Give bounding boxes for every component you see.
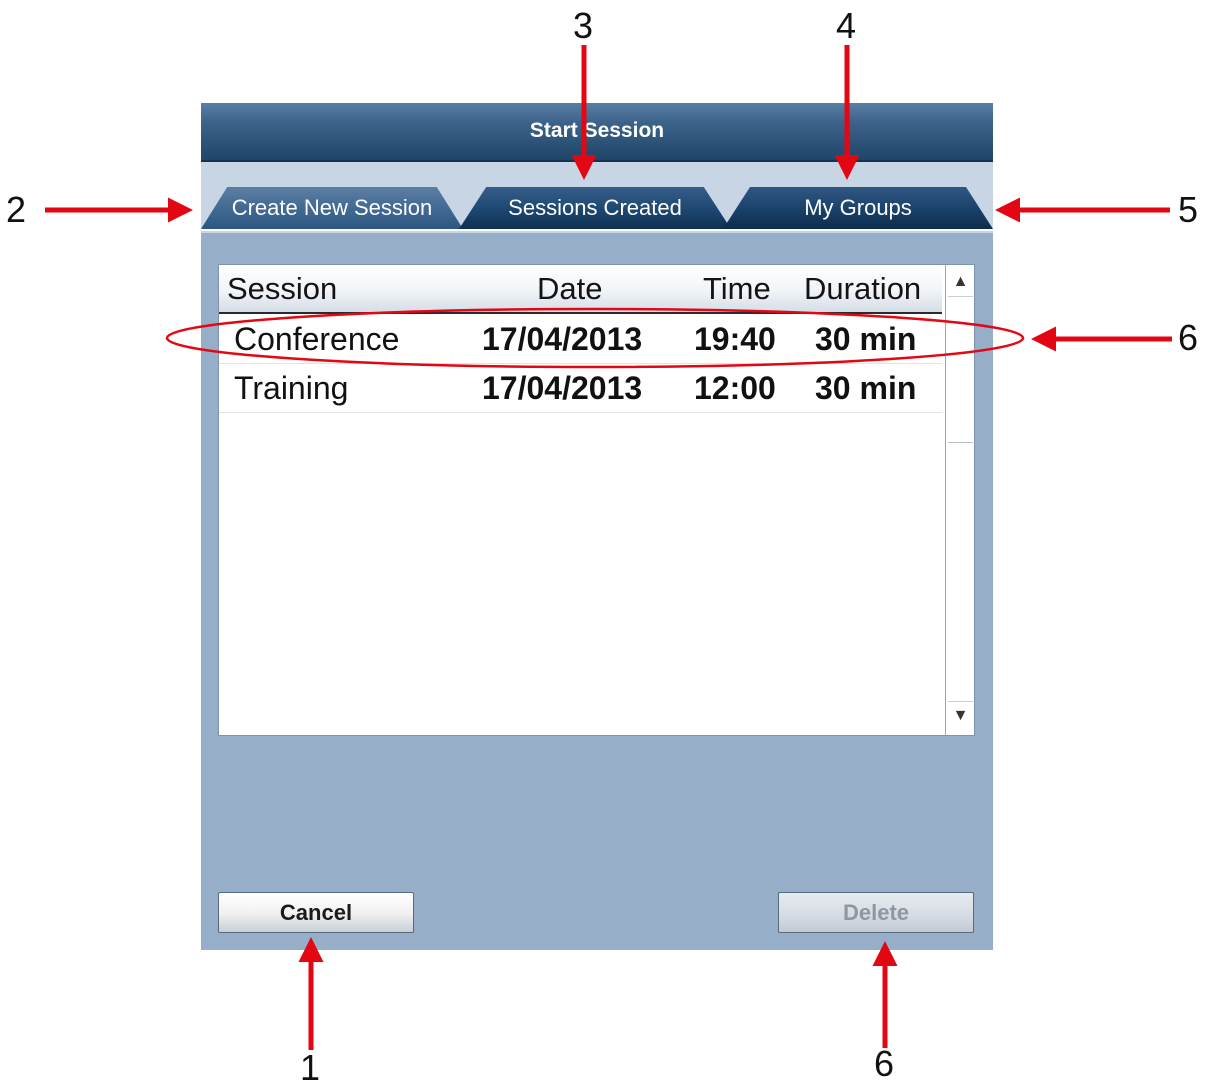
callout-number-6-row: 6 xyxy=(1178,317,1199,358)
annotation-overlay xyxy=(45,45,1172,1050)
callout-number-2: 2 xyxy=(6,189,27,230)
callout-number-5: 5 xyxy=(1178,189,1199,230)
callout-number-3: 3 xyxy=(573,5,594,46)
callout-number-6-button: 6 xyxy=(874,1043,895,1084)
highlight-ellipse xyxy=(165,307,1025,369)
callout-number-1: 1 xyxy=(300,1047,321,1088)
callout-number-4: 4 xyxy=(836,5,857,46)
